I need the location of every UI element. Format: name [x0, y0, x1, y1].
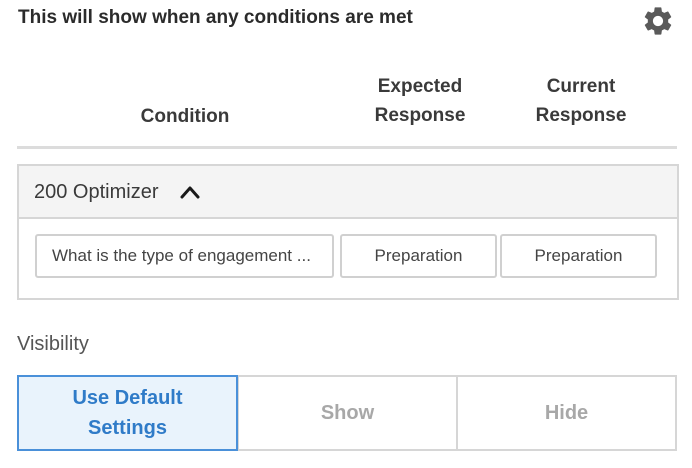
chevron-up-icon[interactable] [179, 182, 201, 202]
condition-group: 200 Optimizer What is the type of engage… [17, 164, 679, 300]
column-header-condition: Condition [140, 106, 230, 127]
visibility-label: Visibility [17, 333, 89, 355]
column-header-current-response: Current Response [535, 76, 627, 126]
hide-button[interactable]: Hide [456, 375, 677, 451]
page-title: This will show when any conditions are m… [18, 7, 413, 28]
expected-response-cell[interactable]: Preparation [340, 234, 497, 278]
gear-icon[interactable] [641, 4, 675, 38]
column-header-expected-response: Expected Response [374, 76, 466, 126]
condition-cell[interactable]: What is the type of engagement ... [35, 234, 334, 278]
condition-group-name: 200 Optimizer [34, 181, 159, 203]
current-response-cell[interactable]: Preparation [500, 234, 657, 278]
show-button[interactable]: Show [237, 375, 458, 451]
condition-group-header[interactable]: 200 Optimizer [19, 166, 677, 219]
use-default-settings-button[interactable]: Use Default Settings [17, 375, 238, 451]
header-divider [17, 146, 677, 149]
